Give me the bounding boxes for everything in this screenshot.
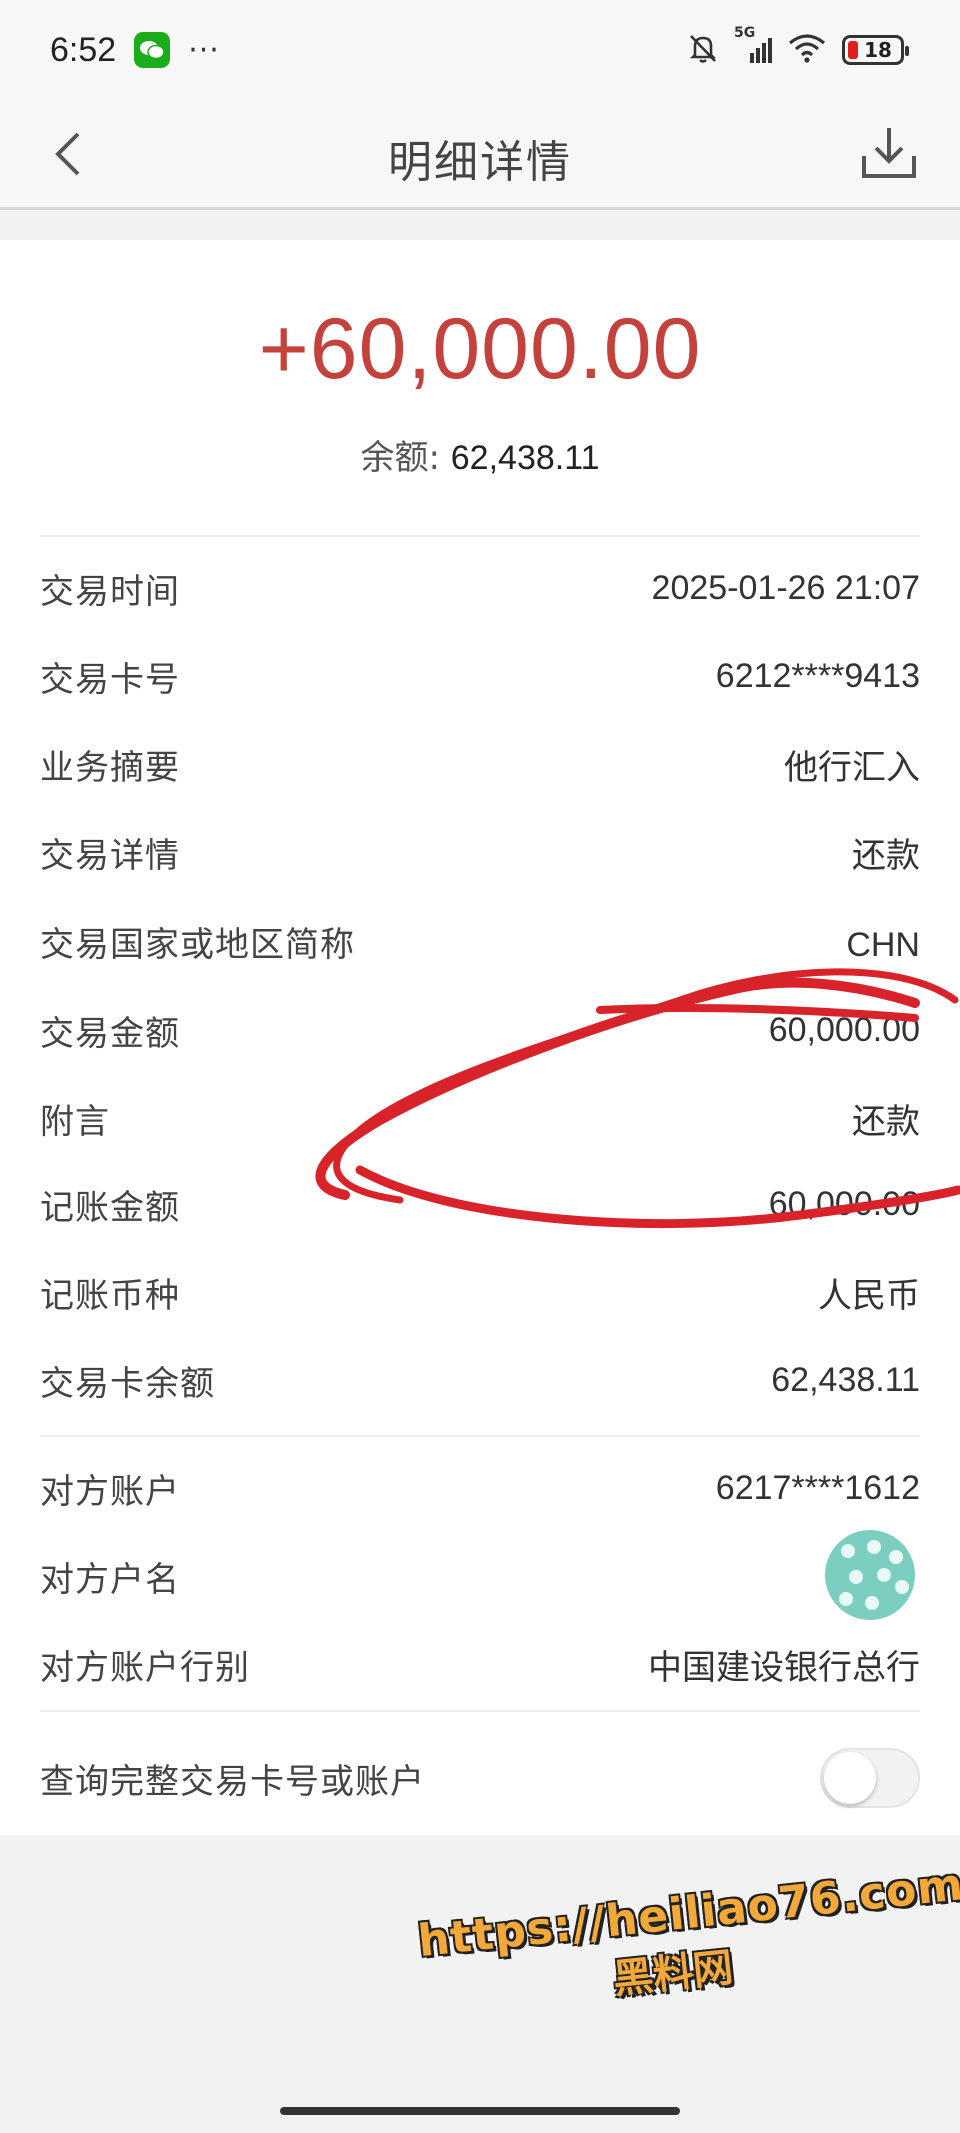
toggle-label: 查询完整交易卡号或账户: [40, 1761, 425, 1802]
page-title: 明细详情: [388, 137, 572, 188]
detail-label: 交易详情: [40, 835, 180, 876]
detail-label: 记账金额: [40, 1187, 180, 1228]
detail-label: 附言: [40, 1101, 110, 1142]
battery-level: 18: [864, 38, 892, 62]
full-card-number-toggle-row: 查询完整交易卡号或账户: [40, 1728, 920, 1828]
detail-label: 对方账户: [40, 1471, 180, 1512]
detail-row-posted-amount: 记账金额 60,000.00: [40, 1164, 920, 1244]
detail-value: 6212****9413: [715, 656, 920, 695]
detail-label: 交易国家或地区简称: [40, 925, 355, 965]
detail-value: 2025-01-26 21:07: [651, 568, 920, 607]
wifi-icon: [788, 33, 826, 67]
notification-more-icon: ···: [188, 32, 220, 68]
balance-line: 余额: 62,438.11: [0, 430, 960, 479]
detail-label: 交易卡余额: [40, 1363, 215, 1404]
detail-value: 他行汇入: [784, 748, 920, 787]
status-bar: 6:52 ··· 5G 18: [0, 0, 960, 100]
transaction-amount: +60,000.00: [258, 301, 702, 397]
counterparty-row-name: 对方户名 杨: [40, 1536, 920, 1616]
detail-row-country: 交易国家或地区简称 CHN: [40, 890, 920, 1000]
network-type: 5G: [734, 25, 756, 41]
mute-bell-icon: [686, 31, 720, 69]
detail-row-card-number: 交易卡号 6212****9413: [40, 636, 920, 716]
detail-value: 还款: [852, 836, 920, 875]
cellular-signal-icon: 5G: [734, 25, 772, 65]
detail-value: 还款: [852, 1102, 920, 1141]
detail-label: 对方账户行别: [40, 1647, 250, 1688]
detail-label: 业务摘要: [40, 747, 180, 788]
detail-row-memo: 附言 还款: [40, 1078, 920, 1158]
detail-row-summary: 业务摘要 他行汇入: [40, 724, 920, 804]
detail-label: 交易金额: [40, 1013, 180, 1054]
detail-value: CHN: [846, 925, 920, 964]
detail-row-transaction-time: 交易时间 2025-01-26 21:07: [40, 548, 920, 628]
divider: [40, 535, 920, 537]
detail-row-transaction-amount: 交易金额 60,000.00: [40, 990, 920, 1070]
transaction-detail-card: +60,000.00 余额: 62,438.11 交易时间 2025-01-26…: [0, 240, 960, 1835]
download-icon[interactable]: [856, 120, 922, 186]
wechat-icon: [134, 32, 171, 68]
name-redaction-mosaic: [825, 1530, 915, 1620]
watermark: https://heiliao76.com 黑料网: [416, 1859, 960, 2025]
detail-value: 6217****1612: [715, 1468, 920, 1507]
detail-label: 交易卡号: [40, 659, 180, 700]
detail-label: 交易时间: [40, 571, 180, 612]
counterparty-row-account: 对方账户 6217****1612: [40, 1448, 920, 1528]
status-left: 6:52 ···: [50, 31, 220, 70]
detail-row-card-balance: 交易卡余额 62,438.11: [40, 1340, 920, 1420]
status-right: 5G 18: [686, 25, 909, 69]
detail-label: 记账币种: [40, 1275, 180, 1316]
detail-label: 对方户名: [40, 1559, 180, 1600]
detail-row-transaction-detail: 交易详情 还款: [40, 812, 920, 892]
detail-value: 人民币: [818, 1276, 920, 1315]
detail-value: 62,438.11: [771, 1360, 920, 1399]
divider: [40, 1710, 920, 1712]
battery-icon: 18: [842, 35, 909, 65]
counterparty-row-bank: 对方账户行别 中国建设银行总行: [40, 1624, 920, 1704]
nav-bar: 明细详情: [0, 100, 960, 210]
balance-value: 62,438.11: [450, 439, 600, 477]
detail-value: 60,000.00: [768, 1010, 920, 1049]
detail-value: 中国建设银行总行: [648, 1648, 920, 1687]
home-indicator[interactable]: [280, 2107, 680, 2115]
full-card-number-toggle[interactable]: [820, 1748, 920, 1808]
status-time: 6:52: [50, 30, 117, 69]
detail-value: 60,000.00: [768, 1184, 920, 1223]
divider: [40, 1435, 920, 1437]
toggle-knob: [824, 1752, 876, 1804]
detail-row-currency: 记账币种 人民币: [40, 1252, 920, 1332]
balance-label: 余额:: [360, 438, 440, 478]
